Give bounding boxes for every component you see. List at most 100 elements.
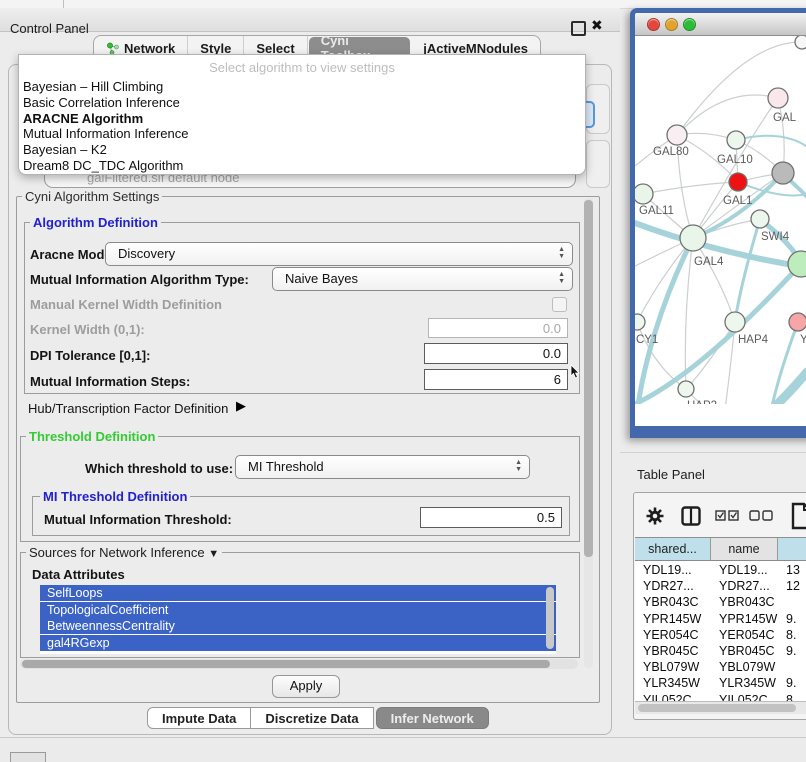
column-header-name[interactable]: name	[711, 538, 778, 561]
network-node[interactable]	[795, 36, 806, 49]
algorithm-dropdown-placeholder: Select algorithm to view settings	[19, 60, 585, 75]
column-header[interactable]	[778, 538, 806, 561]
mi-algorithm-type-value: Naive Bayes	[285, 271, 358, 286]
algorithm-option[interactable]: ARACNE Algorithm	[23, 111, 143, 126]
network-node-gal10[interactable]	[727, 131, 745, 149]
unchecked-columns-icon[interactable]	[749, 510, 775, 522]
mi-algorithm-type-select[interactable]: Naive Bayes ▲▼	[272, 267, 573, 291]
table-cell: YPR145W	[719, 611, 778, 626]
table-cell: YER054C	[643, 627, 711, 642]
spinner-arrows-icon: ▲▼	[558, 246, 565, 260]
network-node-hap2[interactable]	[678, 381, 694, 397]
bottom-tab-discretize-data[interactable]: Discretize Data	[251, 707, 373, 729]
vertical-scrollbar-thumb[interactable]	[584, 200, 593, 557]
mi-steps-label: Mutual Information Steps:	[30, 374, 190, 389]
partial-bottom-widget	[10, 752, 46, 762]
table-horizontal-scrollbar-thumb[interactable]	[638, 704, 796, 712]
float-window-icon[interactable]	[571, 21, 586, 36]
top-strip-divider	[63, 0, 64, 8]
table-cell: YLR345W	[643, 675, 711, 690]
columns-icon[interactable]	[681, 506, 701, 526]
node-label: GAL10	[717, 154, 753, 166]
node-label: GAL	[773, 112, 797, 124]
network-node-gal1[interactable]	[729, 173, 747, 191]
network-node-y[interactable]	[789, 313, 806, 331]
which-threshold-select[interactable]: MI Threshold ▲▼	[235, 455, 530, 479]
zoom-traffic-light[interactable]	[683, 18, 696, 31]
horizontal-scrollbar[interactable]	[20, 659, 578, 669]
bottom-tabs: Impute DataDiscretize DataInfer Network	[147, 707, 489, 729]
aracne-mode-select[interactable]: Discovery ▲▼	[105, 242, 573, 266]
network-node-hap4[interactable]	[725, 312, 745, 332]
hub-definition-label: Hub/Transcription Factor Definition	[28, 401, 228, 416]
list-scrollbar-thumb[interactable]	[546, 587, 554, 649]
table-row[interactable]: YBR043CYBR043C	[635, 594, 806, 611]
table-cell: 9.	[786, 611, 806, 626]
table-row[interactable]: YDR27... YDR27... 12	[635, 578, 806, 595]
algorithm-option[interactable]: Dream8 DC_TDC Algorithm	[23, 158, 183, 173]
horizontal-scrollbar-thumb[interactable]	[22, 660, 550, 668]
table-cell: YBR043C	[643, 594, 711, 609]
algorithm-option[interactable]: Bayesian – Hill Climbing	[23, 79, 163, 94]
network-node[interactable]	[772, 162, 794, 184]
data-attribute-item[interactable]: SelfLoops	[40, 585, 556, 601]
dpi-tolerance-field[interactable]: 0.0	[424, 343, 568, 364]
network-icon	[106, 42, 119, 55]
table-cell: 9.	[786, 675, 806, 690]
table-row[interactable]: YBL079WYBL079W	[635, 659, 806, 676]
table-cell: YDR27...	[719, 578, 778, 593]
mi-threshold-field[interactable]: 0.5	[420, 507, 562, 528]
close-icon[interactable]: ✖	[591, 17, 603, 34]
table-cell	[786, 594, 806, 595]
table-panel: shared...name YDL19...YDL19...13YDR27...…	[633, 492, 806, 720]
algorithm-option[interactable]: Mutual Information Inference	[23, 126, 188, 141]
minimize-traffic-light[interactable]	[665, 18, 678, 31]
algorithm-option[interactable]: Bayesian – K2	[23, 142, 107, 157]
mi-steps-field[interactable]: 6	[424, 369, 568, 390]
table-row[interactable]: YBR045CYBR045C9.	[635, 643, 806, 660]
network-node-gcy1[interactable]	[635, 314, 645, 330]
node-label: GAL4	[694, 256, 724, 268]
algorithm-option[interactable]: Basic Correlation Inference	[23, 95, 180, 110]
table-cell: 12	[786, 578, 806, 593]
network-window-titlebar[interactable]	[635, 13, 806, 36]
network-window[interactable]: GALGAL80GAL10GAL1GAL11SWI4GAL4GCY1HAP4YH…	[630, 8, 806, 438]
network-node-gal4[interactable]	[680, 225, 706, 251]
network-node-gal[interactable]	[768, 88, 788, 108]
table-row[interactable]: YER054CYER054C8.	[635, 627, 806, 644]
mouse-cursor	[570, 365, 582, 379]
network-node-gal11[interactable]	[635, 184, 653, 204]
close-traffic-light[interactable]	[647, 18, 660, 31]
data-attributes-list[interactable]: gal4RGexpBetweennessCentralityTopologica…	[40, 585, 556, 654]
table-row[interactable]: YPR145WYPR145W9.	[635, 611, 806, 628]
node-table[interactable]: shared...name YDL19...YDL19...13YDR27...…	[635, 537, 806, 702]
spinner-arrows-icon: ▲▼	[515, 459, 522, 473]
gear-icon[interactable]	[645, 506, 665, 526]
hidden-panel-fragment	[586, 140, 610, 188]
data-attribute-item[interactable]: gal4RGexp	[40, 635, 556, 651]
kernel-width-field[interactable]: 0.0	[428, 318, 568, 338]
data-attribute-item[interactable]: TopologicalCoefficient	[40, 602, 556, 618]
apply-button[interactable]: Apply	[272, 675, 340, 698]
manual-kernel-width-checkbox[interactable]	[552, 297, 567, 312]
bottom-area	[0, 738, 806, 762]
data-attribute-item[interactable]: BetweennessCentrality	[40, 618, 556, 634]
sources-title-text: Sources for Network Inference	[29, 545, 205, 560]
network-node-swi4[interactable]	[751, 210, 769, 228]
algorithm-definition-title: Algorithm Definition	[30, 215, 161, 230]
table-cell: YDR27...	[643, 578, 711, 593]
document-icon[interactable]	[791, 502, 806, 530]
table-row[interactable]: YDL19...YDL19...13	[635, 562, 806, 579]
table-cell: YER054C	[719, 627, 778, 642]
table-row[interactable]: YLR345WYLR345W9.	[635, 675, 806, 692]
node-label: GAL80	[653, 146, 689, 158]
network-node-gal80[interactable]	[667, 125, 687, 145]
bottom-tab-infer-network[interactable]: Infer Network	[376, 707, 489, 729]
checked-columns-icon[interactable]	[715, 510, 741, 522]
column-header-shared[interactable]: shared...	[635, 538, 711, 561]
collapse-down-arrow-icon[interactable]: ▼	[208, 548, 219, 560]
table-horizontal-scrollbar[interactable]	[635, 701, 806, 714]
network-canvas[interactable]: GALGAL80GAL10GAL1GAL11SWI4GAL4GCY1HAP4YH…	[635, 36, 806, 404]
bottom-tab-impute-data[interactable]: Impute Data	[147, 707, 251, 729]
expand-right-arrow-icon[interactable]: ▶	[236, 398, 246, 414]
